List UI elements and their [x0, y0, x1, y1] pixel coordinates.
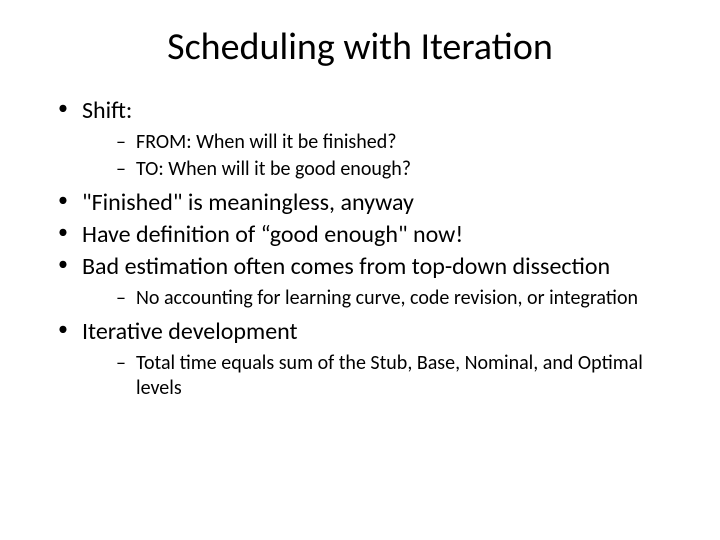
sub-list: FROM: When will it be finished? TO: When…	[82, 130, 680, 182]
sub-list: Total time equals sum of the Stub, Base,…	[82, 351, 680, 401]
sub-bullet-text: FROM: When will it be finished?	[136, 130, 396, 154]
bullet-item: Bad estimation often comes from top-down…	[58, 252, 680, 311]
sub-bullet-item: FROM: When will it be finished?	[116, 130, 680, 155]
sub-list: No accounting for learning curve, code r…	[82, 286, 680, 311]
bullet-item: Iterative development Total time equals …	[58, 317, 680, 401]
bullet-text: Shift:	[82, 96, 132, 125]
sub-bullet-text: Total time equals sum of the Stub, Base,…	[136, 351, 643, 400]
bullet-text: "Finished" is meaningless, anyway	[82, 188, 414, 217]
bullet-item: "Finished" is meaningless, anyway	[58, 188, 680, 218]
sub-bullet-text: No accounting for learning curve, code r…	[136, 286, 638, 310]
slide: Scheduling with Iteration Shift: FROM: W…	[0, 0, 720, 540]
slide-title: Scheduling with Iteration	[40, 24, 680, 70]
sub-bullet-text: TO: When will it be good enough?	[136, 157, 411, 181]
bullet-text: Bad estimation often comes from top-down…	[82, 252, 610, 281]
bullet-text: Iterative development	[82, 317, 298, 346]
bullet-text: Have definition of “good enough" now!	[82, 220, 463, 249]
bullet-item: Have definition of “good enough" now!	[58, 220, 680, 250]
sub-bullet-item: Total time equals sum of the Stub, Base,…	[116, 351, 680, 401]
sub-bullet-item: TO: When will it be good enough?	[116, 157, 680, 182]
bullet-list: Shift: FROM: When will it be finished? T…	[40, 96, 680, 401]
bullet-item: Shift: FROM: When will it be finished? T…	[58, 96, 680, 182]
sub-bullet-item: No accounting for learning curve, code r…	[116, 286, 680, 311]
